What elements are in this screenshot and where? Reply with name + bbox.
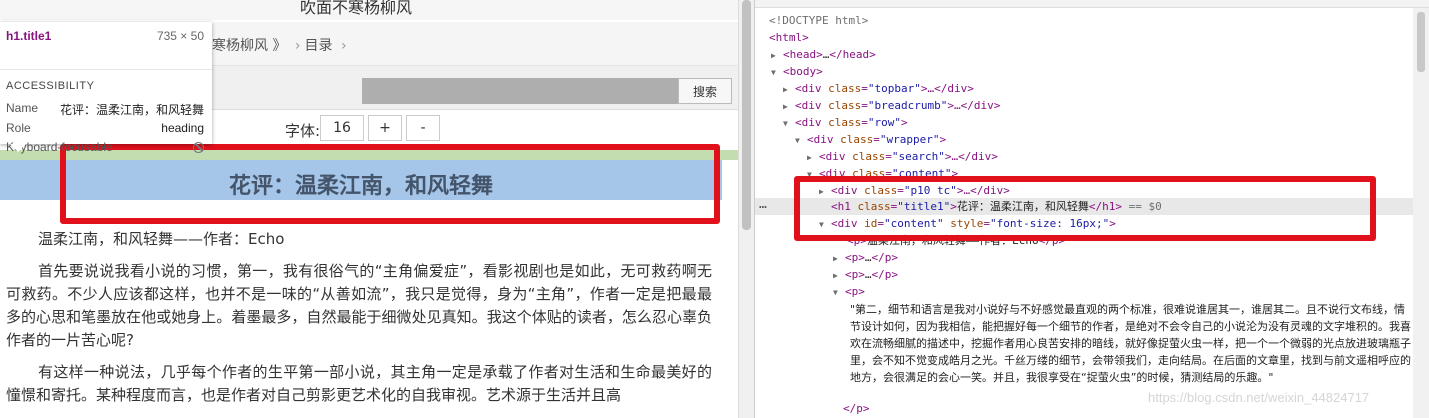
breadcrumb-toc-link[interactable]: 目录 xyxy=(305,38,333,54)
breadcrumb-book-link[interactable]: 寒杨柳风 》 xyxy=(212,38,286,54)
tooltip-name-key: Name xyxy=(6,101,39,115)
devtools-scrollbar-thumb[interactable] xyxy=(1417,12,1425,72)
attr-value: "row" xyxy=(867,116,901,129)
dom-node-p-close: </p> xyxy=(843,400,870,417)
not-allowed-icon xyxy=(193,142,204,153)
node-actions-button[interactable]: … xyxy=(759,198,767,215)
attr-value: "topbar" xyxy=(867,82,921,95)
tag-rest: > xyxy=(901,116,908,129)
attr-name: class xyxy=(828,99,862,112)
tooltip-section-heading: ACCESSIBILITY xyxy=(6,80,95,92)
tooltip-divider xyxy=(0,69,212,70)
tag-open: <p> xyxy=(845,285,865,298)
devtools-scrollbar[interactable] xyxy=(1413,8,1429,418)
collapsed-ellipsis: … xyxy=(864,268,872,281)
attr-value: "search" xyxy=(891,150,945,163)
tag-rest: >…</div> xyxy=(920,82,974,95)
tag-rest: >…</div> xyxy=(947,99,1001,112)
content-paragraph: 有这样一种说法，几乎每个作者的生平第一部小说，其主角一定是承载了作者对生活和生命… xyxy=(6,363,712,404)
topbar: 吹面不寒杨柳风 xyxy=(0,0,738,20)
search-input[interactable] xyxy=(362,78,678,104)
search-button[interactable]: 搜索 xyxy=(678,78,732,104)
tag-open: <div xyxy=(795,116,829,129)
dom-node-div-wrapper[interactable]: ▼ <div class="wrapper"> xyxy=(795,131,946,148)
page-scrollbar-thumb[interactable] xyxy=(742,0,751,230)
content-paragraph: 温柔江南，和风轻舞——作者：Echo xyxy=(38,230,285,248)
tag-close: </p> xyxy=(871,268,899,281)
annotation-red-box-page xyxy=(60,144,720,224)
dom-node-div-row[interactable]: ▼ <div class="row"> xyxy=(783,114,908,131)
tag-open: <div xyxy=(807,133,841,146)
tag-open: <p> xyxy=(845,251,865,264)
expand-triangle-icon[interactable]: ▶ xyxy=(833,250,845,267)
tag-rest: >…</div> xyxy=(944,150,998,163)
dom-node-div-search[interactable]: ▶ <div class="search">…</div> xyxy=(807,148,998,165)
breadcrumb-separator: › xyxy=(294,38,301,54)
breadcrumb-trail: 寒杨柳风 》 › 目录 › xyxy=(212,35,351,55)
dom-node-div-breadcrumb[interactable]: ▶ <div class="breadcrumb">…</div> xyxy=(783,97,1000,114)
tag-rest: > xyxy=(939,133,947,146)
collapse-triangle-icon[interactable]: ▼ xyxy=(783,115,795,132)
tag-close: </p> xyxy=(871,251,899,264)
expand-triangle-icon[interactable]: ▶ xyxy=(783,81,795,98)
inspect-tooltip: h1.title1 735 × 50 ACCESSIBILITY Name 花评… xyxy=(0,22,212,154)
annotation-red-box-devtools xyxy=(794,176,1376,241)
web-page-viewport: 吹面不寒杨柳风 寒杨柳风 》 › 目录 › 搜索 字体: 16 + - 花评：温柔… xyxy=(0,0,738,418)
page-scrollbar[interactable] xyxy=(738,0,754,418)
tooltip-selector: h1.title1 xyxy=(6,29,52,43)
dom-node-p-2[interactable]: ▶ <p>…</p> xyxy=(833,266,898,283)
tag-open: <head> xyxy=(783,48,823,61)
tag-open: <div xyxy=(795,82,829,95)
attr-value: "wrapper" xyxy=(879,133,940,146)
tooltip-dimensions: 735 × 50 xyxy=(156,29,204,43)
expand-triangle-icon[interactable]: ▶ xyxy=(807,149,819,166)
font-size-label: 字体: xyxy=(285,122,321,140)
tag-open: <body> xyxy=(783,65,823,78)
tooltip-role-key: Role xyxy=(6,121,31,135)
font-increase-button[interactable]: + xyxy=(368,115,402,141)
attr-name: class xyxy=(840,133,874,146)
dom-node-head[interactable]: ▶ <head>…</head> xyxy=(771,46,876,63)
tag-close: </p> xyxy=(843,402,870,415)
expand-triangle-icon[interactable]: ▶ xyxy=(771,47,783,64)
dom-node-doctype[interactable]: <!DOCTYPE html> xyxy=(769,12,868,29)
dom-node-html[interactable]: <html> xyxy=(769,29,809,46)
attr-name: class xyxy=(852,150,886,163)
collapse-triangle-icon[interactable]: ▼ xyxy=(795,132,807,149)
tag-open: <div xyxy=(795,99,829,112)
chapter-content: 温柔江南，和风轻舞——作者：Echo 首先要说说我看小说的习惯，第一，我有很俗气… xyxy=(6,228,712,416)
expand-triangle-icon[interactable]: ▶ xyxy=(783,98,795,115)
dom-node-body[interactable]: ▼ <body> xyxy=(771,63,823,80)
dom-node-div-topbar[interactable]: ▶ <div class="topbar">…</div> xyxy=(783,80,974,97)
tag-open: <p> xyxy=(845,268,865,281)
site-title: 吹面不寒杨柳风 xyxy=(300,0,413,17)
collapse-triangle-icon[interactable]: ▼ xyxy=(771,64,783,81)
attr-value: "breadcrumb" xyxy=(867,99,948,112)
watermark: https://blog.csdn.net/weixin_44824717 xyxy=(1148,390,1370,405)
tooltip-role-value: heading xyxy=(161,121,204,135)
doctype-text: <!DOCTYPE html> xyxy=(769,14,869,27)
font-decrease-button[interactable]: - xyxy=(406,115,440,141)
attr-name: class xyxy=(828,82,862,95)
collapsed-ellipsis: … xyxy=(864,251,872,264)
tooltip-arrow xyxy=(10,144,26,152)
content-paragraph: 首先要说说我看小说的习惯，第一，我有很俗气的“主角偏爱症”，看影视剧也是如此，无… xyxy=(6,262,712,349)
tag-close: </head> xyxy=(829,48,876,61)
devtools-toolbar xyxy=(755,0,1429,8)
tag-open: <div xyxy=(819,150,853,163)
font-size-value: 16 xyxy=(320,115,364,141)
dom-node-p-1[interactable]: ▶ <p>…</p> xyxy=(833,249,898,266)
tooltip-name-value: 花评：温柔江南，和风轻舞 xyxy=(59,103,204,117)
attr-name: class xyxy=(828,116,862,129)
p-expanded-text: "第二，细节和语言是我对小说好与不好感觉最直观的两个标准，很难说谁居其一，谁居其… xyxy=(850,303,1411,384)
breadcrumb-separator-end: › xyxy=(340,38,347,54)
collapse-triangle-icon[interactable]: ▼ xyxy=(833,284,845,301)
html-tag: <html> xyxy=(769,31,809,44)
expand-triangle-icon[interactable]: ▶ xyxy=(833,267,845,284)
dom-node-p-3[interactable]: ▼ <p> xyxy=(833,283,865,300)
